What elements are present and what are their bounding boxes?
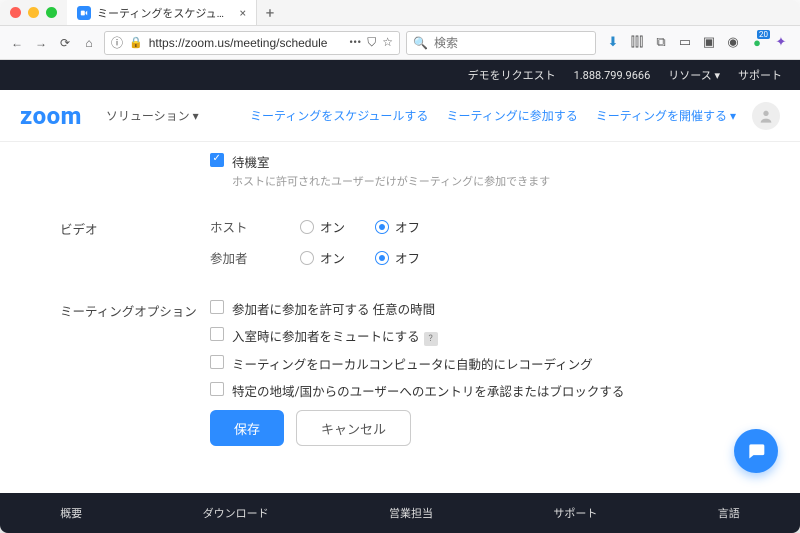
footer: 概要 ダウンロード 営業担当 サポート 言語 — [0, 493, 800, 533]
host-label: ホスト — [210, 217, 270, 236]
url-input[interactable] — [149, 36, 343, 50]
pocket-icon[interactable]: ▣ — [702, 36, 716, 50]
opt-record[interactable]: ミーティングをローカルコンピュータに自動的にレコーディング — [210, 354, 770, 373]
browser-tab[interactable]: ミーティングをスケジュールする × — [67, 0, 257, 25]
host-meeting-link[interactable]: ミーティングを開催する ▾ — [596, 107, 736, 124]
shield-icon: ⓘ — [111, 34, 123, 51]
participant-video-off[interactable]: オフ — [375, 248, 420, 267]
opt-join-anytime-checkbox[interactable] — [210, 300, 224, 314]
close-tab-button[interactable]: × — [240, 6, 246, 20]
opt-mute[interactable]: 入室時に参加者をミュートにする? — [210, 326, 770, 346]
new-tab-button[interactable]: + — [257, 4, 283, 22]
search-box[interactable]: 🔍 — [406, 31, 596, 55]
account-icon[interactable]: ◉ — [726, 36, 740, 50]
sidebar-icon[interactable]: ⧉ — [654, 36, 668, 50]
footer-language[interactable]: 言語 — [718, 505, 740, 521]
url-trailing-icons: ••• ⛉ ☆ — [349, 35, 393, 50]
footer-sales[interactable]: 営業担当 — [389, 505, 433, 521]
top-utility-bar: デモをリクエスト 1.888.799.9666 リソース ▾ サポート — [0, 60, 800, 90]
opt-record-checkbox[interactable] — [210, 355, 224, 369]
puzzle-ext-icon[interactable]: ✦ — [774, 36, 788, 50]
participant-video-on[interactable]: オン — [300, 248, 345, 267]
solutions-menu[interactable]: ソリューション ▾ — [106, 107, 199, 124]
opt-region[interactable]: 特定の地域/国からのユーザーへのエントリを承認またはブロックする — [210, 381, 770, 400]
waiting-room-label: 待機室 — [232, 152, 550, 171]
address-bar: ← → ⟳ ⌂ ⓘ 🔒 ••• ⛉ ☆ 🔍 ⬇ ⫿⫿⫿ ⧉ ▭ ▣ ◉ ●20 … — [0, 26, 800, 60]
home-button[interactable]: ⌂ — [80, 36, 98, 50]
tab-title: ミーティングをスケジュールする — [97, 5, 234, 21]
save-button[interactable]: 保存 — [210, 410, 284, 446]
chat-icon — [746, 441, 766, 461]
resources-link[interactable]: リソース ▾ — [668, 67, 720, 83]
titlebar: ミーティングをスケジュールする × + — [0, 0, 800, 26]
maximize-window-button[interactable] — [46, 7, 57, 18]
video-section-label: ビデオ — [60, 217, 210, 238]
action-buttons: 保存 キャンセル — [210, 410, 770, 446]
footer-download[interactable]: ダウンロード — [203, 505, 269, 521]
form-area: 待機室 ホストに許可されたユーザーだけがミーティングに参加できます ビデオ ホス… — [0, 142, 800, 493]
header: zoom ソリューション ▾ ミーティングをスケジュールする ミーティングに参加… — [0, 90, 800, 142]
empty-label — [60, 152, 210, 154]
waiting-room-checkbox[interactable] — [210, 153, 224, 167]
opt-mute-checkbox[interactable] — [210, 327, 224, 341]
forward-button[interactable]: → — [32, 36, 50, 50]
reader-shield-icon[interactable]: ⛉ — [367, 35, 376, 50]
search-icon: 🔍 — [413, 36, 428, 50]
host-video-off[interactable]: オフ — [375, 217, 420, 236]
browser-window: ミーティングをスケジュールする × + ← → ⟳ ⌂ ⓘ 🔒 ••• ⛉ ☆ … — [0, 0, 800, 533]
close-window-button[interactable] — [10, 7, 21, 18]
ext-badge: 20 — [757, 30, 770, 39]
url-box[interactable]: ⓘ 🔒 ••• ⛉ ☆ — [104, 31, 400, 55]
avatar[interactable] — [752, 102, 780, 130]
minimize-window-button[interactable] — [28, 7, 39, 18]
opt-region-checkbox[interactable] — [210, 382, 224, 396]
extension-icons: ⬇ ⫿⫿⫿ ⧉ ▭ ▣ ◉ ●20 ✦ — [602, 36, 792, 50]
host-video-row: ホスト オン オフ — [210, 217, 770, 236]
reload-button[interactable]: ⟳ — [56, 36, 74, 50]
user-icon — [758, 108, 774, 124]
library-icon[interactable]: ⫿⫿⫿ — [630, 36, 644, 50]
chat-fab[interactable] — [734, 429, 778, 473]
waiting-room-option[interactable]: 待機室 ホストに許可されたユーザーだけがミーティングに参加できます — [210, 152, 770, 189]
info-icon[interactable]: ? — [424, 332, 438, 346]
search-input[interactable] — [434, 36, 589, 50]
participant-label: 参加者 — [210, 248, 270, 267]
demo-link[interactable]: デモをリクエスト — [468, 67, 556, 83]
footer-support[interactable]: サポート — [553, 505, 597, 521]
options-section-label: ミーティングオプション — [60, 299, 210, 320]
footer-overview[interactable]: 概要 — [60, 505, 82, 521]
schedule-meeting-link[interactable]: ミーティングをスケジュールする — [250, 107, 428, 124]
lock-icon: 🔒 — [129, 36, 143, 49]
waiting-room-sub: ホストに許可されたユーザーだけがミーティングに参加できます — [232, 173, 550, 189]
support-link[interactable]: サポート — [738, 67, 782, 83]
participant-video-row: 参加者 オン オフ — [210, 248, 770, 267]
evernote-ext-icon[interactable]: ●20 — [750, 36, 764, 50]
cancel-button[interactable]: キャンセル — [296, 410, 411, 446]
download-icon[interactable]: ⬇ — [606, 36, 620, 50]
host-video-on[interactable]: オン — [300, 217, 345, 236]
page: デモをリクエスト 1.888.799.9666 リソース ▾ サポート zoom… — [0, 60, 800, 533]
phone-link[interactable]: 1.888.799.9666 — [574, 69, 651, 82]
back-button[interactable]: ← — [8, 36, 26, 50]
opt-join-anytime[interactable]: 参加者に参加を許可する 任意の時間 — [210, 299, 770, 318]
join-meeting-link[interactable]: ミーティングに参加する — [446, 107, 577, 124]
zoom-logo[interactable]: zoom — [20, 102, 82, 130]
dots-icon[interactable]: ••• — [349, 35, 361, 50]
window-controls — [0, 7, 67, 18]
window-icon[interactable]: ▭ — [678, 36, 692, 50]
star-icon[interactable]: ☆ — [382, 35, 393, 50]
zoom-favicon-icon — [77, 6, 91, 20]
